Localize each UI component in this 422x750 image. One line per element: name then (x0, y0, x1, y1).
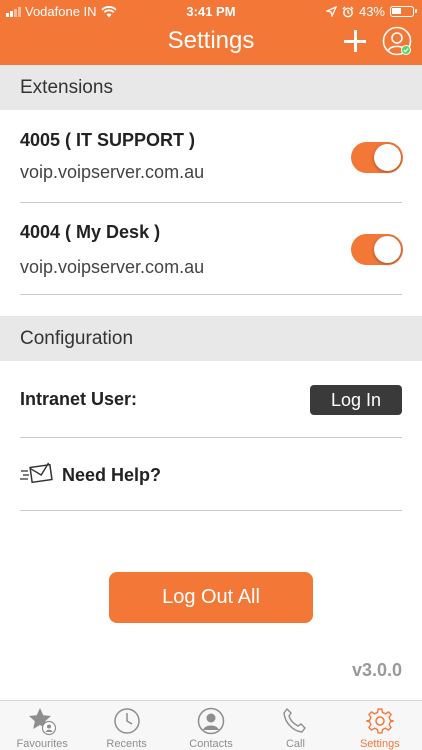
version-label: v3.0.0 (351, 660, 402, 680)
extension-server: voip.voipserver.com.au (20, 257, 205, 277)
extensions-header: Extensions (0, 65, 422, 110)
top-bar: Vodafone IN 3:41 PM 43% Settings (0, 0, 422, 65)
extension-name[interactable]: 4004 ( My Desk ) (20, 222, 160, 243)
clock-icon (113, 708, 140, 734)
tab-recents[interactable]: Recents (84, 701, 168, 750)
logout-all-button[interactable]: Log Out All (109, 572, 313, 623)
tab-contacts[interactable]: Contacts (169, 701, 253, 750)
tab-call[interactable]: Call (253, 701, 337, 750)
battery-percent: 43% (358, 4, 385, 19)
person-icon (197, 707, 225, 735)
divider (20, 510, 402, 511)
divider (20, 437, 402, 438)
extension-name[interactable]: 4005 ( IT SUPPORT ) (20, 130, 195, 151)
star-icon (29, 708, 57, 736)
gear-icon (365, 708, 394, 734)
divider (20, 294, 402, 295)
intranet-user-label: Intranet User: (20, 389, 138, 409)
need-help-link[interactable]: Need Help? (62, 465, 161, 486)
profile-button[interactable] (382, 26, 412, 56)
configuration-header: Configuration (0, 316, 422, 361)
tab-bar: Favourites Recents Contacts Call Setting… (0, 700, 422, 750)
status-bar: Vodafone IN 3:41 PM 43% (0, 0, 422, 22)
phone-icon (283, 708, 307, 733)
battery-icon (390, 6, 417, 17)
login-button[interactable]: Log In (310, 385, 402, 415)
envelope-icon (20, 462, 53, 484)
tab-favourites[interactable]: Favourites (0, 701, 84, 750)
tab-settings[interactable]: Settings (338, 701, 422, 750)
alarm-icon (342, 6, 354, 17)
extension-toggle-4005[interactable] (351, 142, 403, 173)
location-arrow-icon (325, 6, 337, 17)
extension-toggle-4004[interactable] (351, 234, 403, 265)
add-extension-button[interactable] (342, 28, 368, 54)
extension-server: voip.voipserver.com.au (20, 162, 205, 182)
divider (20, 202, 402, 203)
